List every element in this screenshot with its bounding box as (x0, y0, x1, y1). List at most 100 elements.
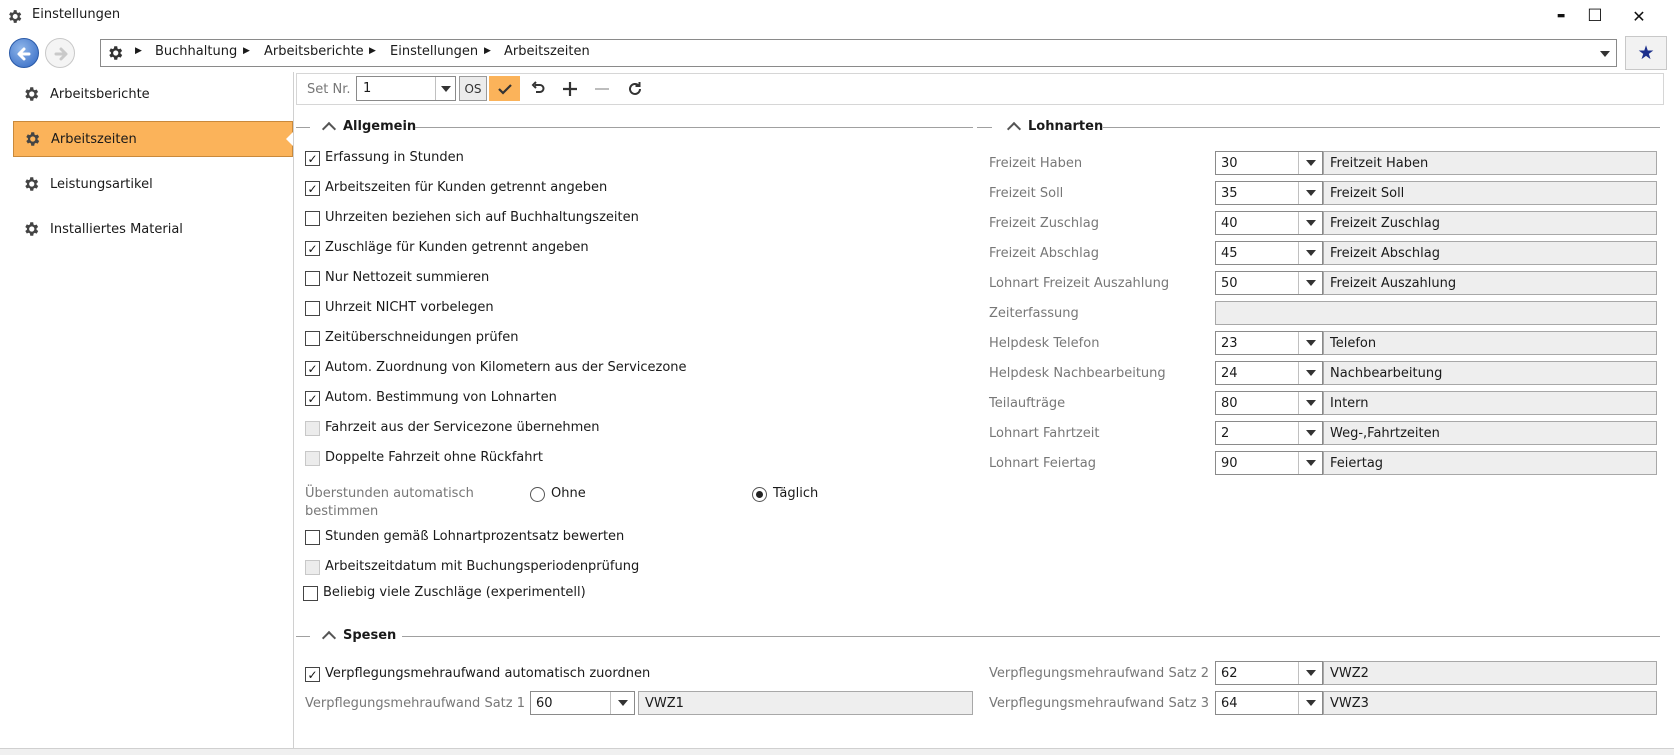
lohnart-desc-text: Feiertag (1330, 456, 1384, 471)
checkbox[interactable]: ✓ (305, 391, 320, 406)
close-button[interactable]: ✕ (1617, 2, 1661, 30)
save-button[interactable] (489, 76, 520, 101)
lohnart-combo[interactable]: 80 (1215, 391, 1323, 415)
lohnart-combo[interactable]: 45 (1215, 241, 1323, 265)
checkbox (305, 451, 320, 466)
check-icon (497, 83, 512, 95)
remove-button[interactable] (589, 76, 615, 101)
dropdown-button[interactable] (1298, 152, 1322, 174)
lohnart-label: Helpdesk Telefon (989, 336, 1100, 351)
checkbox-label: Erfassung in Stunden (325, 150, 464, 165)
lohnart-combo[interactable]: 35 (1215, 181, 1323, 205)
dropdown-button[interactable] (1298, 452, 1322, 474)
dropdown-button[interactable] (610, 692, 634, 714)
dropdown-button[interactable] (1298, 212, 1322, 234)
checkbox[interactable]: ✓ (305, 241, 320, 256)
dropdown-button[interactable] (1298, 422, 1322, 444)
sidebar-item-arbeitsberichte[interactable]: Arbeitsberichte (13, 76, 293, 112)
lohnart-label: Zeiterfassung (989, 306, 1079, 321)
lohnart-value: 35 (1221, 186, 1238, 201)
forward-button[interactable] (45, 38, 75, 68)
maximize-button[interactable]: ☐ (1573, 2, 1617, 30)
set-nr-label: Set Nr. (307, 82, 351, 97)
checkbox[interactable] (305, 301, 320, 316)
checkbox-label: Uhrzeiten beziehen sich auf Buchhaltungs… (325, 210, 639, 225)
checkbox[interactable] (303, 586, 318, 601)
dropdown-button[interactable] (1298, 392, 1322, 414)
chevron-down-icon (1305, 430, 1316, 436)
checkbox[interactable]: ✓ (305, 181, 320, 196)
overtime-radio-taeglich[interactable] (752, 487, 767, 502)
lohnart-value: 24 (1221, 366, 1238, 381)
checkbox[interactable]: ✓ (305, 151, 320, 166)
checkbox[interactable]: ✓ (305, 361, 320, 376)
checkbox-label: Verpflegungsmehraufwand automatisch zuor… (325, 666, 651, 681)
undo-button[interactable] (526, 76, 550, 101)
checkbox (305, 421, 320, 436)
dropdown-button[interactable] (1298, 362, 1322, 384)
satz1-label: Verpflegungsmehraufwand Satz 1 (305, 696, 525, 711)
gear-icon (25, 177, 39, 191)
zeiterfassung-field (1215, 301, 1657, 325)
status-bar (0, 748, 1674, 755)
refresh-button[interactable] (622, 76, 648, 101)
dropdown-button[interactable] (1298, 692, 1322, 714)
breadcrumb-item[interactable]: Arbeitszeiten (504, 44, 590, 59)
checkbox[interactable] (305, 530, 320, 545)
dropdown-button[interactable] (1298, 242, 1322, 264)
radio-label-ohne: Ohne (551, 486, 586, 501)
set-nr-dropdown[interactable]: 1 (356, 76, 456, 101)
section-divider (1103, 127, 1660, 128)
os-button[interactable]: OS (459, 76, 487, 101)
breadcrumb-item[interactable]: Arbeitsberichte (264, 44, 364, 59)
checkbox-label: Uhrzeit NICHT vorbelegen (325, 300, 494, 315)
favorite-button[interactable]: ★ (1625, 36, 1667, 70)
sidebar-item-installiertes-material[interactable]: Installiertes Material (13, 211, 293, 247)
section-title-spesen: Spesen (343, 628, 397, 643)
sidebar-item-leistungsartikel[interactable]: Leistungsartikel (13, 166, 293, 202)
lohnart-combo[interactable]: 30 (1215, 151, 1323, 175)
os-label: OS (464, 81, 482, 96)
checkbox-verpflegung-auto[interactable]: ✓ (305, 667, 320, 682)
section-divider (977, 127, 992, 128)
arrow-right-icon (54, 47, 68, 61)
lohnart-desc-text: Freizeit Auszahlung (1330, 276, 1457, 291)
chevron-down-icon[interactable] (1600, 51, 1610, 57)
lohnart-description: Freizeit Zuschlag (1323, 211, 1657, 235)
dropdown-button[interactable] (1298, 662, 1322, 684)
check-icon: ✓ (307, 151, 318, 166)
satz1-combo[interactable]: 60 (530, 691, 635, 715)
dropdown-button[interactable] (1298, 272, 1322, 294)
dropdown-button[interactable] (1298, 332, 1322, 354)
checkbox[interactable] (305, 211, 320, 226)
checkbox[interactable] (305, 271, 320, 286)
dropdown-button[interactable] (1298, 182, 1322, 204)
lohnart-description: Freizeit Auszahlung (1323, 271, 1657, 295)
overtime-radio-ohne[interactable] (530, 487, 545, 502)
lohnart-combo[interactable]: 50 (1215, 271, 1323, 295)
window-title: Einstellungen (32, 7, 121, 22)
add-button[interactable] (557, 76, 583, 101)
lohnart-combo[interactable]: 90 (1215, 451, 1323, 475)
satz2-combo[interactable]: 62 (1215, 661, 1323, 685)
checkbox (305, 560, 320, 575)
satz2-desc-text: VWZ2 (1330, 666, 1369, 681)
lohnart-combo[interactable]: 23 (1215, 331, 1323, 355)
satz1-description: VWZ1 (638, 691, 973, 715)
chevron-down-icon (440, 85, 451, 92)
sidebar-item-label: Installiertes Material (50, 221, 183, 237)
breadcrumb-item[interactable]: Buchhaltung (155, 44, 237, 59)
lohnart-combo[interactable]: 24 (1215, 361, 1323, 385)
section-divider (296, 636, 310, 637)
breadcrumb-item[interactable]: Einstellungen (390, 44, 478, 59)
checkbox[interactable] (305, 331, 320, 346)
dropdown-button[interactable] (435, 77, 455, 100)
lohnart-combo[interactable]: 2 (1215, 421, 1323, 445)
back-button[interactable] (9, 38, 39, 68)
overtime-label-cont: bestimmen (305, 504, 379, 519)
lohnart-value: 23 (1221, 336, 1238, 351)
lohnart-combo[interactable]: 40 (1215, 211, 1323, 235)
sidebar-item-arbeitszeiten[interactable]: Arbeitszeiten (13, 121, 293, 157)
gear-icon (25, 222, 39, 236)
satz3-combo[interactable]: 64 (1215, 691, 1323, 715)
